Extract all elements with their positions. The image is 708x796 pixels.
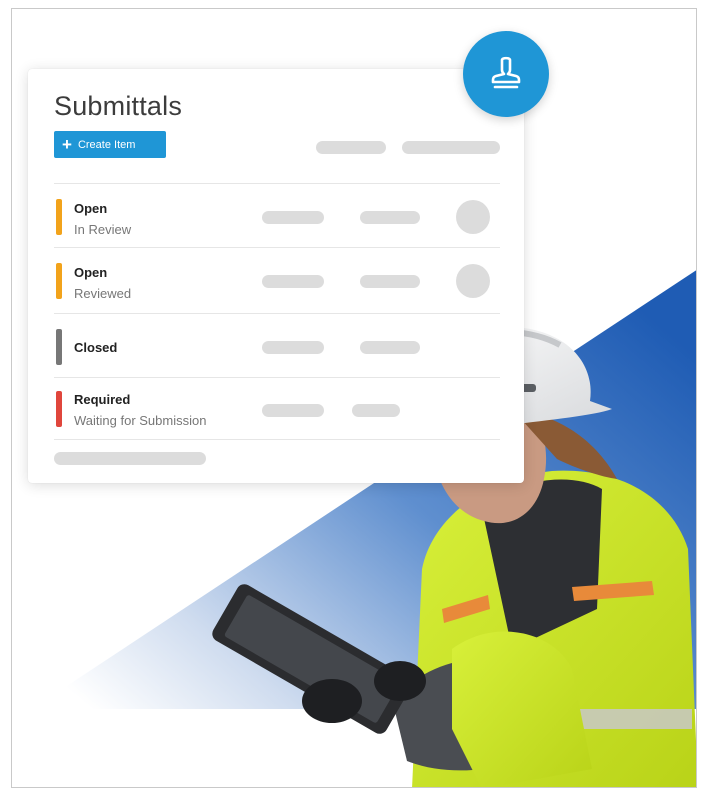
- cell-placeholder: [262, 211, 324, 224]
- cell-placeholder: [262, 404, 324, 417]
- submittals-card: Submittals + Create Item Open In Review …: [28, 69, 524, 483]
- cell-placeholder: [262, 275, 324, 288]
- page-title: Submittals: [54, 91, 183, 121]
- row-detail: Waiting for Submission: [74, 413, 207, 428]
- plus-icon: +: [62, 135, 72, 154]
- status-indicator: [56, 391, 62, 427]
- status-indicator: [56, 329, 62, 365]
- stamp-icon: [491, 56, 521, 89]
- submittal-row[interactable]: Open In Review: [54, 185, 500, 249]
- row-detail: Reviewed: [74, 286, 132, 301]
- cell-placeholder: [352, 404, 400, 417]
- row-status: Open: [74, 201, 108, 216]
- row-detail: In Review: [74, 222, 132, 237]
- avatar-placeholder: [456, 200, 490, 234]
- marketing-frame: Submittals + Create Item Open In Review …: [11, 8, 697, 788]
- worker-glove: [374, 661, 426, 701]
- worker-glove: [302, 679, 362, 723]
- row-status: Open: [74, 265, 108, 280]
- avatar-placeholder: [456, 264, 490, 298]
- divider: [54, 313, 500, 314]
- cell-placeholder: [360, 211, 420, 224]
- submittal-row[interactable]: Open Reviewed: [54, 249, 500, 313]
- create-item-button[interactable]: + Create Item: [54, 131, 166, 158]
- cell-placeholder: [262, 341, 324, 354]
- submittal-row[interactable]: Required Waiting for Submission: [54, 379, 500, 443]
- toolbar-placeholder: [316, 141, 386, 154]
- cell-placeholder: [360, 275, 420, 288]
- stamp-badge: [463, 31, 549, 117]
- status-indicator: [56, 199, 62, 235]
- create-item-label: Create Item: [77, 138, 136, 151]
- status-indicator: [56, 263, 62, 299]
- divider: [54, 439, 500, 440]
- submittal-row[interactable]: Closed: [54, 315, 500, 379]
- divider: [54, 377, 500, 378]
- divider: [54, 247, 500, 248]
- footer-placeholder: [54, 452, 206, 465]
- toolbar-placeholder: [402, 141, 500, 154]
- row-status: Closed: [74, 340, 118, 355]
- row-status: Required: [74, 392, 131, 407]
- divider: [54, 183, 500, 184]
- cell-placeholder: [360, 341, 420, 354]
